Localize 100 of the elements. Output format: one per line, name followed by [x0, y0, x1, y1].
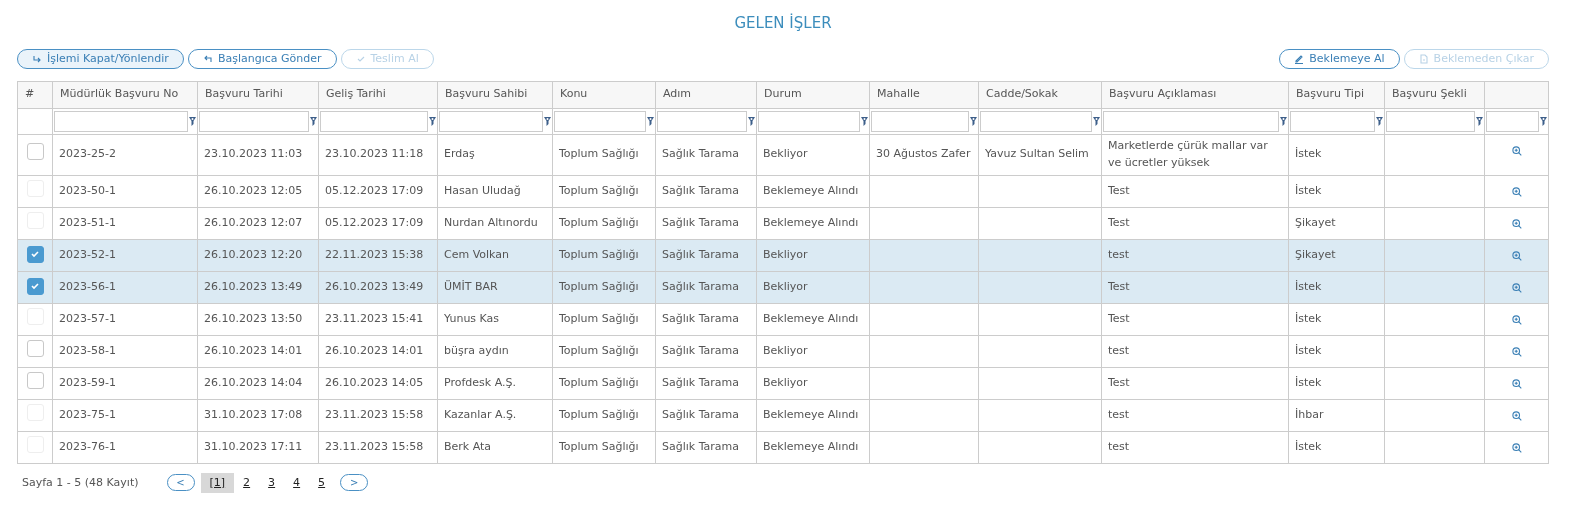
previous-page-button[interactable]: < — [166, 474, 195, 492]
filter-icon[interactable] — [647, 116, 654, 126]
table-cell: 26.10.2023 14:05 — [325, 375, 424, 389]
table-cell: Beklemeye Alındı — [763, 407, 859, 421]
filter-field[interactable] — [1103, 110, 1279, 132]
zoom-in-icon[interactable] — [1511, 145, 1522, 156]
row-checkbox[interactable] — [26, 339, 44, 357]
table-cell: Toplum Sağlığı — [559, 279, 639, 293]
filter-field[interactable] — [871, 110, 969, 132]
filter-icon[interactable] — [544, 116, 551, 126]
filter-icon[interactable] — [1540, 116, 1547, 126]
table-cell: 05.12.2023 17:09 — [325, 215, 424, 229]
table-cell: İstek — [1295, 343, 1322, 357]
filter-field[interactable] — [554, 110, 646, 132]
next-page-button[interactable]: > — [340, 474, 369, 492]
table-cell: 23.10.2023 11:03 — [204, 147, 303, 161]
zoom-in-icon[interactable] — [1511, 346, 1522, 357]
page-summary: Sayfa 1 - 5 (48 Kayıt) — [22, 474, 139, 491]
filter-icon[interactable] — [970, 116, 977, 126]
filter-field[interactable] — [320, 110, 428, 132]
table-cell: 2023-58-1 — [59, 343, 116, 357]
page-link[interactable]: 4 — [284, 472, 310, 493]
zoom-in-icon[interactable] — [1511, 282, 1522, 293]
zoom-in-icon[interactable] — [1511, 378, 1522, 389]
filter-field[interactable] — [199, 110, 309, 132]
column-header: Başvuru Tipi — [1288, 81, 1385, 108]
zoom-in-icon[interactable] — [1511, 442, 1522, 453]
column-header: Mahalle — [869, 81, 979, 108]
page-link[interactable]: [1] — [200, 472, 235, 493]
filter-icon[interactable] — [429, 116, 436, 126]
table-cell: Şikayet — [1295, 247, 1336, 261]
table-cell: Test — [1108, 311, 1130, 325]
table-cell: Erdaş — [444, 147, 475, 161]
table-cell: Toplum Sağlığı — [559, 439, 639, 453]
page-link[interactable]: 3 — [259, 472, 285, 493]
filter-icon[interactable] — [189, 116, 196, 126]
table-cell: Test — [1108, 375, 1130, 389]
filter-icon[interactable] — [1376, 116, 1383, 126]
table-cell: Cem Volkan — [444, 247, 509, 261]
table-cell: Kazanlar A.Ş. — [444, 407, 517, 421]
page-link[interactable]: 2 — [234, 472, 260, 493]
row-checkbox[interactable] — [26, 245, 44, 263]
table-cell: 2023-75-1 — [59, 407, 116, 421]
row-checkbox[interactable] — [26, 277, 44, 295]
filter-icon[interactable] — [1476, 116, 1483, 126]
column-header: Başvuru Tarihi — [197, 81, 319, 108]
checkmark-icon — [30, 249, 40, 259]
filter-field[interactable] — [657, 110, 747, 132]
filter-field[interactable] — [1386, 110, 1475, 132]
table-cell: 26.10.2023 14:01 — [204, 343, 303, 357]
table-cell: test — [1108, 407, 1130, 421]
zoom-in-icon[interactable] — [1511, 186, 1522, 197]
table-cell: Şikayet — [1295, 215, 1336, 229]
table-cell: Beklemeye Alındı — [763, 215, 859, 229]
zoom-in-icon[interactable] — [1511, 314, 1522, 325]
page-link[interactable]: 5 — [309, 472, 335, 493]
filter-icon[interactable] — [861, 116, 868, 126]
table-cell: 2023-25-2 — [59, 147, 116, 161]
table-cell: 26.10.2023 12:07 — [204, 215, 303, 229]
table-cell: İstek — [1295, 147, 1322, 161]
forward-arrow-icon — [32, 53, 42, 64]
table-cell: Yunus Kas — [444, 311, 500, 325]
table-cell: Toplum Sağlığı — [559, 375, 639, 389]
filter-field[interactable] — [980, 110, 1092, 132]
filter-icon[interactable] — [1280, 116, 1287, 126]
table-cell: Beklemeye Alındı — [763, 183, 859, 197]
table-cell: Bekliyor — [763, 279, 808, 293]
filter-icon[interactable] — [310, 116, 317, 126]
table-cell: Hasan Uludağ — [444, 183, 521, 197]
filter-icon[interactable] — [748, 116, 755, 126]
action-button[interactable]: İşlemi Kapat/Yönlendir — [17, 48, 184, 69]
zoom-in-icon[interactable] — [1511, 218, 1522, 229]
filter-field[interactable] — [1290, 110, 1375, 132]
table-cell: 26.10.2023 13:49 — [325, 279, 424, 293]
table-cell: Toplum Sağlığı — [559, 343, 639, 357]
filter-icon[interactable] — [1093, 116, 1100, 126]
table-cell: 26.10.2023 12:20 — [204, 247, 303, 261]
table-cell: Profdesk A.Ş. — [444, 375, 516, 389]
filter-field[interactable] — [758, 110, 860, 132]
table-cell: İstek — [1295, 183, 1322, 197]
zoom-in-icon[interactable] — [1511, 250, 1522, 261]
filter-field[interactable] — [439, 110, 543, 132]
table-cell: Bekliyor — [763, 147, 808, 161]
page-title: GELEN İŞLER — [733, 12, 833, 34]
row-checkbox[interactable] — [26, 143, 44, 161]
action-button[interactable]: Başlangıca Gönder — [187, 48, 337, 69]
filter-field[interactable] — [1486, 110, 1539, 132]
row-checkbox[interactable] — [26, 371, 44, 389]
zoom-in-icon[interactable] — [1511, 410, 1522, 421]
column-header: Başvuru Açıklaması — [1101, 81, 1289, 108]
table-cell: Bekliyor — [763, 375, 808, 389]
filter-field[interactable] — [54, 110, 188, 132]
table-cell: 2023-76-1 — [59, 439, 116, 453]
table-cell: 23.11.2023 15:58 — [325, 407, 424, 421]
table-cell: 23.11.2023 15:58 — [325, 439, 424, 453]
table-cell: 26.10.2023 13:50 — [204, 311, 303, 325]
table-cell: 23.10.2023 11:18 — [325, 147, 424, 161]
table-cell: 30 Ağustos Zafer — [876, 147, 971, 161]
checkmark-icon — [30, 281, 40, 291]
action-button[interactable]: Beklemeye Al — [1279, 48, 1400, 69]
